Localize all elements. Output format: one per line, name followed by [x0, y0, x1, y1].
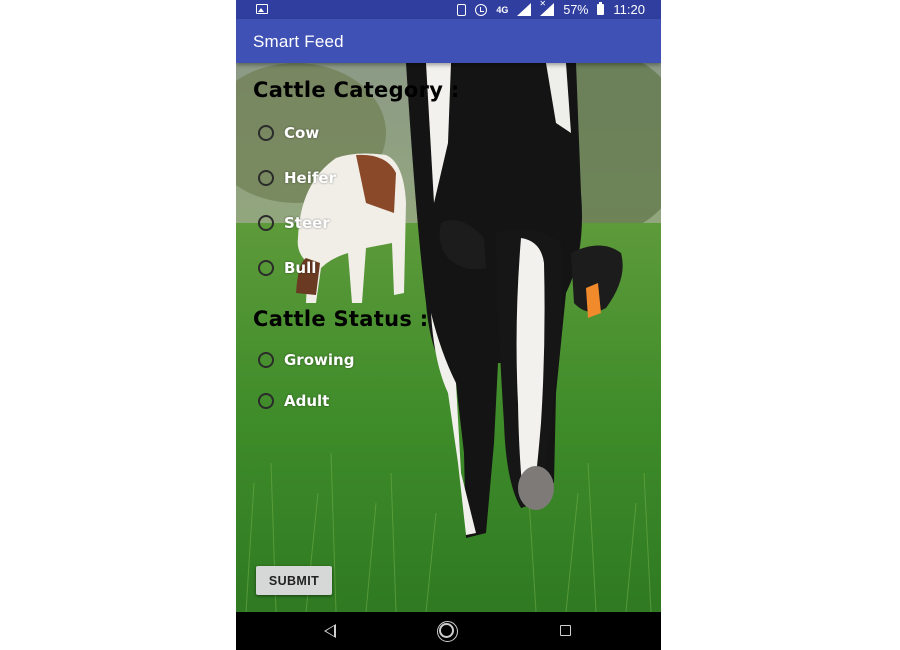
app-title: Smart Feed [253, 32, 344, 51]
back-icon[interactable] [324, 624, 336, 638]
radio-button-icon[interactable] [258, 170, 274, 186]
submit-button[interactable]: SUBMIT [256, 566, 332, 595]
cattle-status-title: Cattle Status : [253, 307, 429, 331]
radio-label: Adult [284, 392, 330, 410]
vibrate-icon [457, 3, 467, 16]
battery-percent: 57% [563, 2, 589, 17]
status-icons: 4G 57% 11:20 [457, 0, 645, 17]
gallery-icon [256, 4, 268, 14]
radio-option-growing[interactable]: Growing [258, 349, 354, 371]
radio-option-bull[interactable]: Bull [258, 257, 316, 279]
network-4g-icon: 4G [496, 4, 509, 15]
status-clock: 11:20 [613, 2, 645, 17]
radio-option-adult[interactable]: Adult [258, 390, 329, 412]
radio-label: Cow [284, 124, 320, 142]
battery-icon [597, 2, 605, 15]
cow-background-image [236, 63, 661, 612]
radio-button-icon[interactable] [258, 215, 274, 231]
app-bar: Smart Feed [236, 19, 661, 63]
radio-label: Growing [284, 351, 355, 369]
no-signal-icon [539, 0, 555, 16]
alarm-icon [475, 3, 488, 16]
form-content: Cattle Category : Cow Heifer Steer Bull … [236, 63, 661, 612]
radio-label: Bull [284, 259, 317, 277]
cattle-category-title: Cattle Category : [253, 78, 460, 102]
home-icon[interactable] [437, 621, 458, 642]
recent-apps-icon[interactable] [560, 625, 571, 636]
radio-label: Steer [284, 214, 330, 232]
radio-label: Heifer [284, 169, 336, 187]
radio-button-icon[interactable] [258, 260, 274, 276]
radio-option-cow[interactable]: Cow [258, 122, 319, 144]
phone-screen: 4G 57% 11:20 Smart Feed [236, 0, 661, 650]
status-bar: 4G 57% 11:20 [236, 0, 661, 19]
navigation-bar [236, 612, 661, 650]
signal-icon [517, 3, 532, 16]
radio-button-icon[interactable] [258, 393, 274, 409]
radio-button-icon[interactable] [258, 125, 274, 141]
radio-option-heifer[interactable]: Heifer [258, 167, 336, 189]
radio-option-steer[interactable]: Steer [258, 212, 330, 234]
radio-button-icon[interactable] [258, 352, 274, 368]
